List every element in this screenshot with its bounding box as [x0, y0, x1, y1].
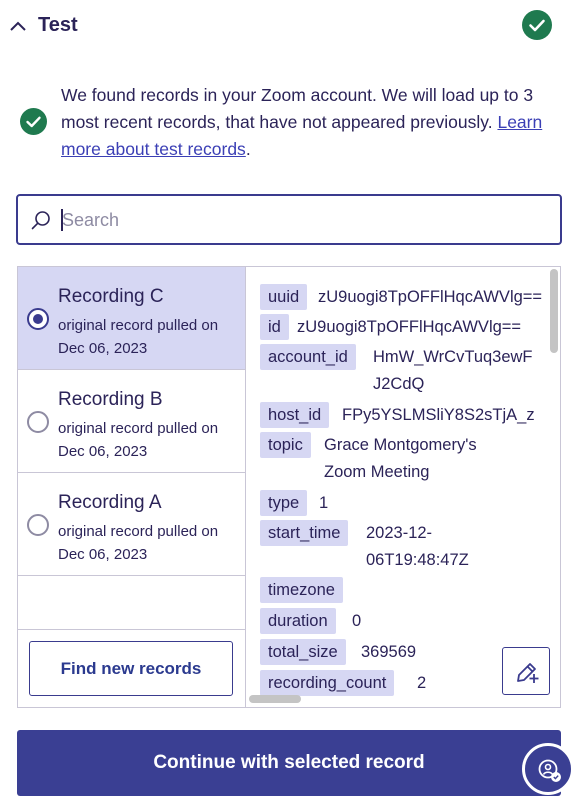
field-value-line-1: Grace Montgomery's: [324, 436, 477, 454]
field-value: 2: [417, 674, 427, 692]
field-key: timezone: [260, 577, 343, 603]
record-subtitle: original record pulled on Dec 06, 2023: [58, 317, 219, 357]
edit-icon: [517, 663, 539, 683]
radio-icon[interactable]: [27, 514, 49, 536]
vertical-scrollbar[interactable]: [550, 269, 558, 353]
radio-selected-dot: [33, 314, 43, 324]
record-subtitle: original record pulled on Dec 06, 2023: [58, 420, 219, 460]
radio-icon[interactable]: [27, 411, 49, 433]
record-details[interactable]: uuid zU9uogi8TpOFFlHqcAWVlg== id zU9uogi…: [247, 267, 560, 707]
field-value-line-1: HmW_WrCvTuq3ewF: [373, 348, 533, 366]
record-item-b[interactable]: Recording B original record pulled on De…: [18, 370, 245, 473]
field-key: id: [260, 314, 289, 340]
search-input[interactable]: [62, 208, 542, 232]
test-section-header[interactable]: Test: [0, 0, 583, 56]
record-list-spacer: [18, 576, 245, 630]
field-key: duration: [260, 608, 336, 634]
record-name: Recording A: [58, 492, 162, 513]
field-value: zU9uogi8TpOFFlHqcAWVlg==: [297, 318, 522, 336]
check-circle-icon: [522, 10, 552, 40]
field-value: zU9uogi8TpOFFlHqcAWVlg==: [318, 288, 543, 306]
help-icon: [538, 759, 561, 782]
field-topic: topic Grace Montgomery's Zoom Meeting: [260, 432, 477, 481]
info-text: We found records in your Zoom account. W…: [61, 85, 534, 132]
info-message: We found records in your Zoom account. W…: [61, 82, 561, 163]
info-suffix: .: [245, 139, 251, 159]
field-key: total_size: [260, 639, 346, 665]
field-value: 0: [352, 612, 362, 630]
field-value-line-1: 2023-12-: [366, 524, 433, 542]
text-cursor: [61, 209, 63, 231]
continue-button[interactable]: Continue with selected record: [17, 730, 561, 796]
field-key: host_id: [260, 402, 330, 428]
field-key: uuid: [260, 284, 308, 310]
record-name: Recording C: [58, 286, 164, 307]
field-key: account_id: [260, 344, 356, 370]
horizontal-scrollbar[interactable]: [249, 695, 301, 703]
field-value: 1: [319, 494, 329, 512]
field-key: recording_count: [260, 670, 395, 696]
field-account-id: account_id HmW_WrCvTuq3ewF J2CdQ: [260, 344, 533, 393]
field-uuid: uuid zU9uogi8TpOFFlHqcAWVlg==: [260, 284, 542, 310]
record-item-c[interactable]: Recording C original record pulled on De…: [18, 267, 245, 370]
field-value-line-2: 06T19:48:47Z: [366, 551, 469, 569]
field-value: FPy5YSLMSliY8S2sTjA_z: [342, 406, 535, 424]
field-recording-count: recording_count 2: [260, 670, 426, 696]
radio-icon[interactable]: [27, 308, 49, 330]
records-list: Recording C original record pulled on De…: [18, 267, 246, 707]
field-total-size: total_size 369569: [260, 639, 416, 665]
field-timezone: timezone: [260, 577, 343, 603]
section-title: Test: [38, 14, 78, 36]
field-value-line-2: J2CdQ: [373, 375, 425, 393]
search-box[interactable]: [16, 194, 562, 245]
help-button[interactable]: [522, 743, 574, 795]
field-key: topic: [260, 432, 311, 458]
field-id: id zU9uogi8TpOFFlHqcAWVlg==: [260, 314, 521, 340]
edit-button[interactable]: [502, 647, 550, 695]
field-duration: duration 0: [260, 608, 361, 634]
field-key: start_time: [260, 520, 349, 546]
field-key: type: [260, 490, 308, 516]
check-circle-icon: [20, 108, 47, 135]
field-type: type 1: [260, 490, 328, 516]
field-value: 369569: [361, 643, 417, 661]
find-new-records-button[interactable]: Find new records: [29, 641, 233, 696]
records-panel: Recording C original record pulled on De…: [17, 266, 561, 708]
record-item-a[interactable]: Recording A original record pulled on De…: [18, 473, 245, 576]
search-icon: [31, 211, 50, 230]
chevron-up-icon[interactable]: [9, 20, 27, 32]
field-start-time: start_time 2023-12- 06T19:48:47Z: [260, 520, 469, 569]
field-host-id: host_id FPy5YSLMSliY8S2sTjA_z: [260, 402, 535, 428]
record-subtitle: original record pulled on Dec 06, 2023: [58, 523, 219, 563]
record-name: Recording B: [58, 389, 163, 410]
field-value-line-2: Zoom Meeting: [324, 463, 430, 481]
